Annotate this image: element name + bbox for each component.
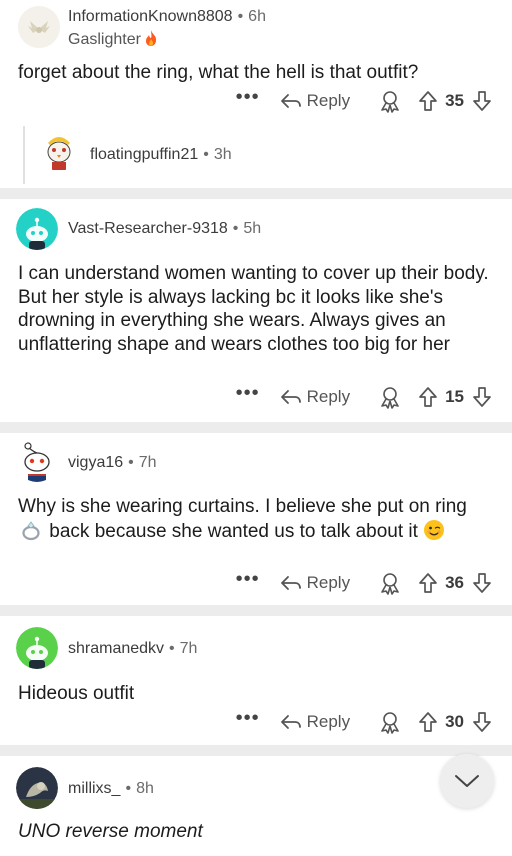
reply-arrow-icon bbox=[280, 576, 301, 590]
username[interactable]: shramanedkv bbox=[68, 640, 164, 657]
comment-body: I can understand women wanting to cover … bbox=[18, 263, 489, 355]
reply-arrow-icon bbox=[280, 94, 301, 108]
comment-actions: ••• Reply 30 bbox=[236, 708, 492, 735]
author-line: vigya16 • 7h bbox=[68, 454, 157, 471]
teal-snoo-avatar[interactable] bbox=[16, 208, 58, 250]
comment-body: Why is she wearing curtains. I believe s… bbox=[18, 495, 496, 547]
winged-snoo-avatar[interactable] bbox=[18, 6, 60, 48]
author-line: Vast-Researcher-9318 • 5h bbox=[68, 220, 262, 237]
more-options-icon[interactable]: ••• bbox=[236, 569, 260, 589]
downvote-icon[interactable] bbox=[472, 386, 492, 408]
award-icon[interactable] bbox=[378, 385, 402, 409]
comment-separator bbox=[0, 188, 512, 199]
more-options-icon[interactable]: ••• bbox=[236, 383, 260, 403]
comment-body: forget about the ring, what the hell is … bbox=[18, 62, 419, 83]
author-line: shramanedkv • 7h bbox=[68, 640, 198, 657]
body-text-part: Why is she wearing curtains. I believe s… bbox=[18, 496, 467, 517]
username[interactable]: floatingpuffin21 bbox=[90, 146, 198, 163]
upvote-icon[interactable] bbox=[418, 386, 438, 408]
snoo-avatar[interactable] bbox=[16, 440, 58, 482]
reply-label: Reply bbox=[306, 712, 351, 731]
vote-score: 30 bbox=[445, 712, 464, 731]
award-icon[interactable] bbox=[378, 89, 402, 113]
ring-emoji-icon bbox=[20, 519, 42, 548]
vote-score: 36 bbox=[445, 573, 464, 592]
comment-actions: ••• Reply 35 bbox=[236, 87, 492, 114]
username[interactable]: vigya16 bbox=[68, 454, 123, 471]
comment-actions: ••• Reply 36 bbox=[236, 569, 492, 596]
puffin-avatar[interactable] bbox=[38, 129, 80, 171]
reply-label: Reply bbox=[306, 91, 351, 110]
flair-text: Gaslighter bbox=[68, 31, 141, 48]
upvote-icon[interactable] bbox=[418, 90, 438, 112]
reply-button[interactable]: Reply bbox=[280, 387, 350, 407]
vote-controls: 15 bbox=[418, 386, 492, 408]
award-icon[interactable] bbox=[378, 710, 402, 734]
comment-separator bbox=[0, 745, 512, 756]
username[interactable]: Vast-Researcher-9318 bbox=[68, 220, 228, 237]
comment: vigya16 • 7h Why is she wearing curtains. … bbox=[0, 433, 512, 605]
reply-button[interactable]: Reply bbox=[280, 573, 350, 593]
vote-score: 15 bbox=[445, 387, 464, 406]
comment-separator bbox=[0, 422, 512, 433]
reply-label: Reply bbox=[306, 573, 351, 592]
author-line: millixs_ • 8h bbox=[68, 780, 154, 797]
reply-label: Reply bbox=[306, 387, 351, 406]
comment: Vast-Researcher-9318 • 5h I can understand… bbox=[0, 199, 512, 422]
award-icon[interactable] bbox=[378, 571, 402, 595]
timestamp: 6h bbox=[248, 8, 266, 25]
scroll-down-button[interactable] bbox=[440, 754, 494, 808]
vote-controls: 35 bbox=[418, 90, 492, 112]
username[interactable]: InformationKnown8808 bbox=[68, 8, 233, 25]
photo-avatar[interactable] bbox=[16, 767, 58, 809]
vote-score: 35 bbox=[445, 91, 464, 110]
chevron-down-icon bbox=[455, 775, 479, 787]
author-line: InformationKnown8808 • 6h bbox=[68, 8, 266, 25]
downvote-icon[interactable] bbox=[472, 711, 492, 733]
body-text-part: back because she wanted us to talk about… bbox=[49, 520, 418, 542]
more-options-icon[interactable]: ••• bbox=[236, 708, 260, 728]
timestamp: 7h bbox=[138, 454, 157, 471]
thread-line bbox=[23, 126, 25, 184]
fire-icon bbox=[143, 29, 159, 52]
vote-controls: 30 bbox=[418, 711, 492, 733]
author-line: floatingpuffin21 • 3h bbox=[90, 146, 232, 163]
downvote-icon[interactable] bbox=[472, 572, 492, 594]
comment-body: UNO reverse moment bbox=[18, 821, 203, 842]
reply-arrow-icon bbox=[280, 390, 301, 404]
comment-separator bbox=[0, 605, 512, 616]
reply-button[interactable]: Reply bbox=[280, 712, 350, 732]
vote-controls: 36 bbox=[418, 572, 492, 594]
comment: shramanedkv • 7h Hideous outfit ••• Reply … bbox=[0, 616, 512, 745]
username[interactable]: millixs_ bbox=[68, 780, 120, 797]
green-snoo-avatar[interactable] bbox=[16, 627, 58, 669]
upvote-icon[interactable] bbox=[418, 572, 438, 594]
comment: millixs_ • 8h UNO reverse moment bbox=[0, 756, 512, 856]
timestamp: 5h bbox=[243, 220, 262, 237]
timestamp: 3h bbox=[213, 146, 232, 163]
reply-arrow-icon bbox=[280, 715, 301, 729]
timestamp: 7h bbox=[179, 640, 198, 657]
comment-body: Hideous outfit bbox=[18, 683, 135, 704]
timestamp: 8h bbox=[136, 780, 154, 797]
more-options-icon[interactable]: ••• bbox=[236, 87, 260, 107]
comment: InformationKnown8808 • 6h Gaslighter forge… bbox=[0, 0, 512, 188]
wink-emoji-icon bbox=[423, 519, 445, 548]
reply-button[interactable]: Reply bbox=[280, 91, 350, 111]
downvote-icon[interactable] bbox=[472, 90, 492, 112]
comment-actions: ••• Reply 15 bbox=[236, 383, 492, 410]
upvote-icon[interactable] bbox=[418, 711, 438, 733]
user-flair: Gaslighter bbox=[68, 29, 159, 52]
